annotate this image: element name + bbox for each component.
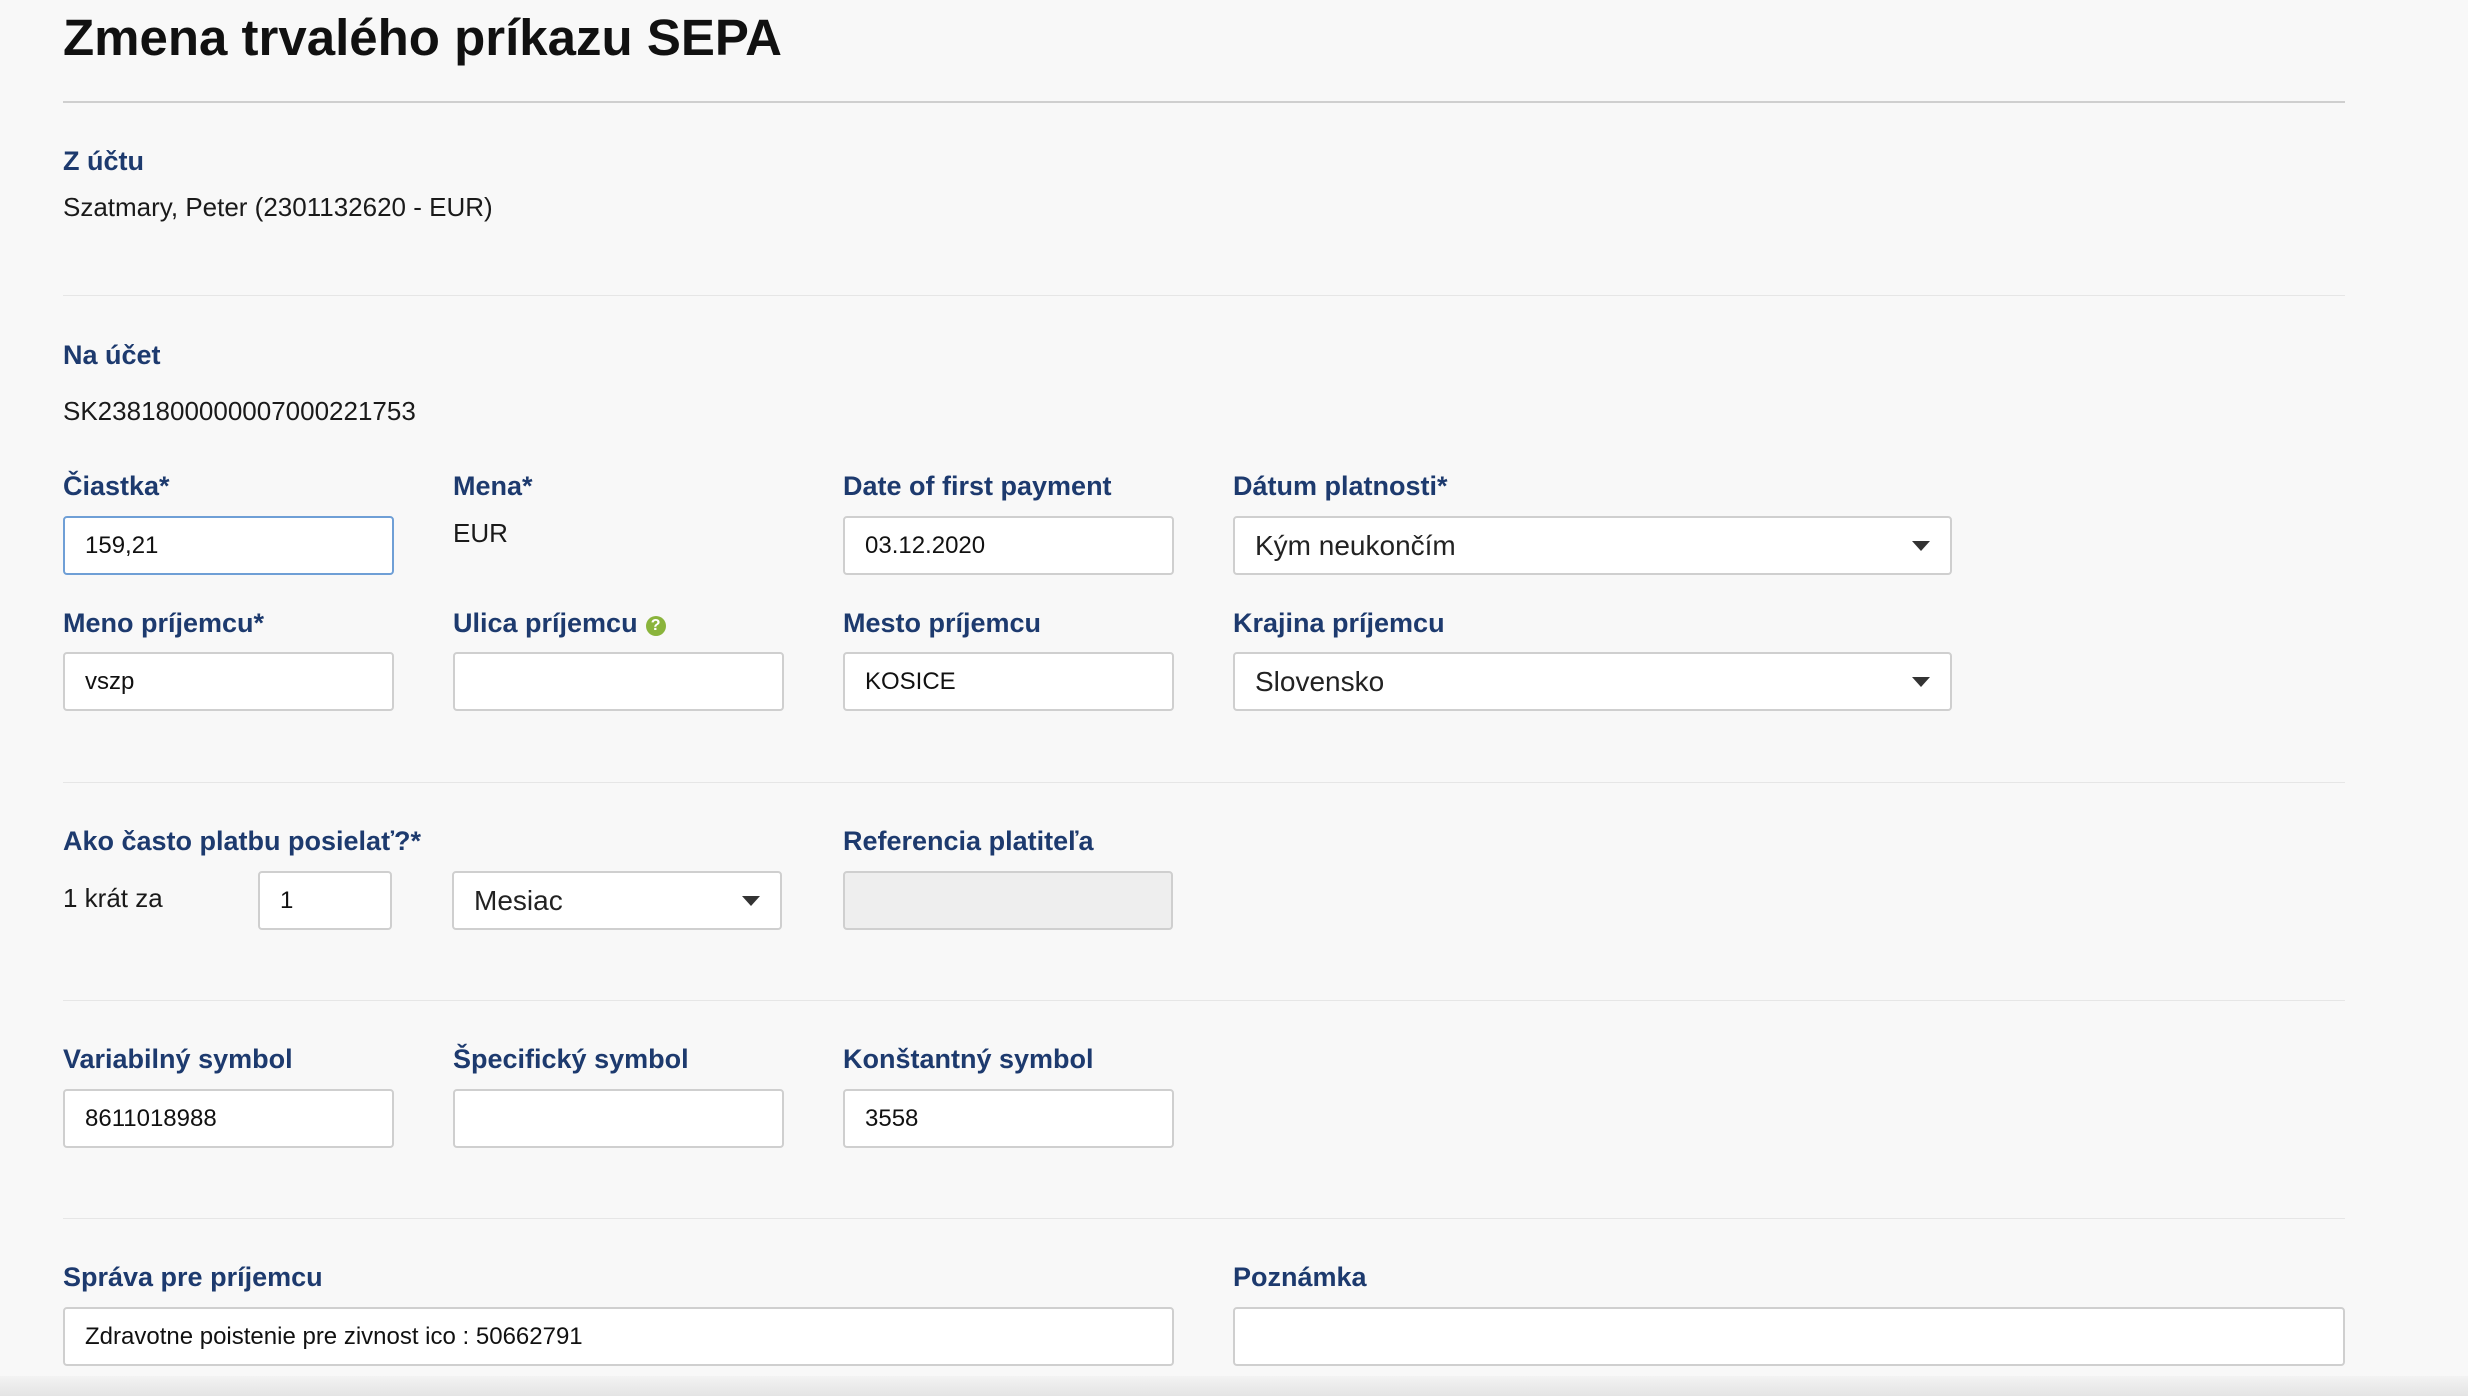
note-label: Poznámka (1233, 1262, 1367, 1292)
recipient-city-input[interactable] (843, 652, 1174, 711)
currency-label: Mena* (453, 471, 533, 501)
payer-reference-input (843, 871, 1173, 930)
recipient-country-label: Krajina príjemcu (1233, 608, 1445, 638)
constant-symbol-label: Konštantný symbol (843, 1044, 1094, 1074)
section-divider (63, 782, 2345, 783)
first-payment-label: Date of first payment (843, 471, 1112, 501)
recipient-street-input[interactable] (453, 652, 784, 711)
payer-reference-label: Referencia platiteľa (843, 826, 1094, 856)
message-input[interactable] (63, 1307, 1174, 1366)
recipient-country-select[interactable]: Slovensko (1233, 652, 1952, 711)
chevron-down-icon (1912, 676, 1930, 687)
recipient-city-label: Mesto príjemcu (843, 608, 1042, 638)
frequency-prefix: 1 krát za (63, 883, 163, 913)
variable-symbol-label: Variabilný symbol (63, 1044, 293, 1074)
recipient-street-label-row: Ulica príjemcu? (453, 607, 666, 639)
help-icon[interactable]: ? (645, 616, 666, 636)
section-divider (63, 295, 2345, 296)
section-divider (63, 1000, 2345, 1001)
validity-selected: Kým neukončím (1255, 529, 1456, 561)
frequency-period-select[interactable]: Mesiac (452, 871, 782, 930)
recipient-name-input[interactable] (63, 652, 394, 711)
validity-select[interactable]: Kým neukončím (1233, 516, 1952, 575)
specific-symbol-input[interactable] (453, 1089, 784, 1148)
first-payment-datepicker (843, 516, 1174, 575)
frequency-period-selected: Mesiac (474, 884, 563, 916)
currency-value: EUR (453, 518, 508, 548)
constant-symbol-input[interactable] (843, 1089, 1174, 1148)
from-account-value: Szatmary, Peter (2301132620 - EUR) (63, 192, 493, 222)
frequency-count-input[interactable] (258, 871, 392, 930)
recipient-street-label: Ulica príjemcu (453, 608, 638, 638)
specific-symbol-label: Špecifický symbol (453, 1044, 689, 1074)
message-label: Správa pre príjemcu (63, 1262, 323, 1292)
frequency-label: Ako často platbu posielať?* (63, 826, 422, 856)
from-account-label: Z účtu (63, 146, 144, 176)
validity-label: Dátum platnosti* (1233, 471, 1448, 501)
variable-symbol-input[interactable] (63, 1089, 394, 1148)
bottom-edge (0, 1376, 2468, 1396)
amount-label: Čiastka* (63, 471, 170, 501)
title-divider (63, 101, 2345, 103)
amount-input[interactable] (63, 516, 394, 575)
note-input[interactable] (1233, 1307, 2345, 1366)
recipient-country-selected: Slovensko (1255, 665, 1385, 697)
to-account-label: Na účet (63, 340, 161, 370)
page-title: Zmena trvalého príkazu SEPA (63, 9, 782, 66)
chevron-down-icon (1912, 540, 1930, 551)
first-payment-input[interactable] (845, 518, 1172, 573)
to-account-value: SK2381800000007000221753 (63, 396, 416, 426)
recipient-name-label: Meno príjemcu* (63, 608, 265, 638)
section-divider (63, 1218, 2345, 1219)
chevron-down-icon (742, 895, 760, 906)
